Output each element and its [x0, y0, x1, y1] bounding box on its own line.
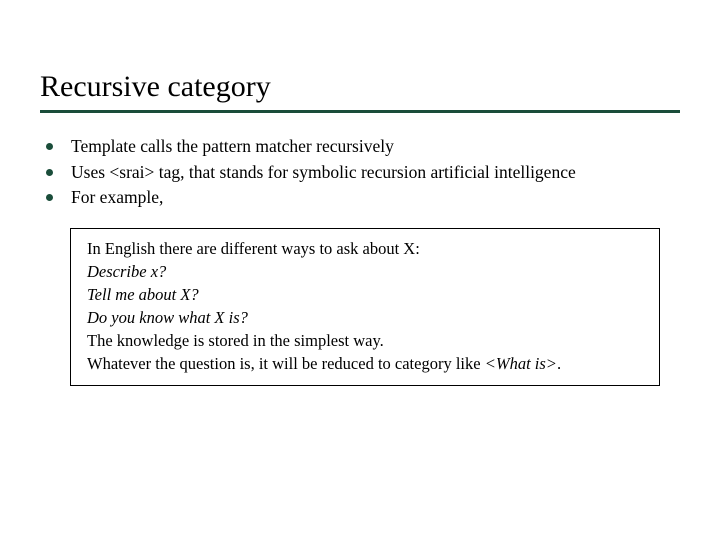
example-stored: The knowledge is stored in the simplest …: [87, 329, 643, 352]
bullet-text: Template calls the pattern matcher recur…: [71, 135, 680, 159]
page-title: Recursive category: [40, 70, 680, 104]
example-reduced: Whatever the question is, it will be red…: [87, 352, 643, 375]
example-question: Describe x?: [87, 260, 643, 283]
bullet-text: Uses <srai> tag, that stands for symboli…: [71, 161, 680, 185]
example-reduced-tag: <What is>: [485, 354, 557, 373]
example-box: In English there are different ways to a…: [70, 228, 660, 387]
list-item: For example,: [46, 186, 680, 210]
bullet-text: For example,: [71, 186, 680, 210]
example-reduced-text: Whatever the question is, it will be red…: [87, 354, 485, 373]
slide: Recursive category Template calls the pa…: [0, 0, 720, 426]
title-rule: [40, 110, 680, 113]
bullet-icon: [46, 194, 53, 201]
example-reduced-post: .: [557, 354, 561, 373]
list-item: Uses <srai> tag, that stands for symboli…: [46, 161, 680, 185]
example-question: Do you know what X is?: [87, 306, 643, 329]
bullet-icon: [46, 143, 53, 150]
bullet-list: Template calls the pattern matcher recur…: [46, 135, 680, 210]
list-item: Template calls the pattern matcher recur…: [46, 135, 680, 159]
example-intro: In English there are different ways to a…: [87, 237, 643, 260]
bullet-icon: [46, 169, 53, 176]
example-question: Tell me about X?: [87, 283, 643, 306]
